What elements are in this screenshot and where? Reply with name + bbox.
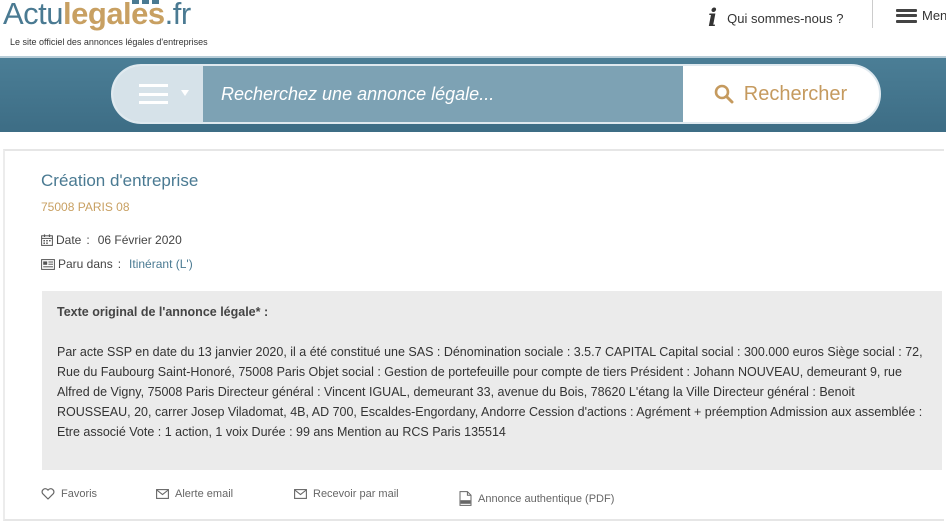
calendar-icon — [41, 234, 53, 246]
hamburger-icon — [139, 84, 168, 104]
menu-button[interactable]: Menu — [896, 8, 946, 23]
annonce-location: 75008 PARIS 08 — [41, 200, 130, 214]
date-label: Date — [56, 233, 82, 247]
search-icon — [714, 84, 734, 104]
search-input[interactable] — [203, 66, 683, 122]
recevoir-mail-button[interactable]: Recevoir par mail — [294, 488, 399, 500]
annonce-text-heading: Texte original de l'annonce légale* : — [57, 305, 269, 319]
annonce-title: Création d'entreprise — [41, 171, 199, 190]
favoris-label: Favoris — [61, 488, 98, 500]
pdf-file-icon — [459, 491, 472, 506]
site-header: Actulegales.fr Le site officiel des anno… — [0, 0, 946, 58]
hamburger-icon — [896, 8, 917, 23]
newspaper-icon — [41, 258, 55, 270]
envelope-icon — [156, 489, 169, 499]
caret-down-icon — [181, 90, 189, 96]
header-divider — [872, 0, 873, 28]
date-value: 06 Février 2020 — [97, 233, 182, 247]
search-category-dropdown[interactable] — [113, 66, 203, 122]
site-logo[interactable]: Actulegales.fr — [3, 0, 191, 36]
annonce-text-box: Texte original de l'annonce légale* : Pa… — [42, 291, 942, 470]
search-button-label: Rechercher — [743, 82, 848, 105]
envelope-icon — [294, 489, 307, 499]
site-tagline: Le site officiel des annonces légales d'… — [10, 37, 208, 47]
search-button[interactable]: Rechercher — [683, 69, 878, 119]
about-label: Qui sommes-nous ? — [727, 10, 844, 26]
search-bar: Rechercher — [111, 64, 881, 124]
logo-bars-icon — [132, 0, 164, 4]
annonce-date: Date : 06 Février 2020 — [41, 233, 182, 247]
recevoir-mail-label: Recevoir par mail — [313, 488, 399, 500]
pdf-download-label: Annonce authentique (PDF) — [478, 492, 615, 505]
paru-link[interactable]: Itinérant (L') — [129, 257, 193, 271]
menu-label: Menu — [922, 8, 946, 23]
alerte-email-label: Alerte email — [175, 488, 234, 500]
about-link[interactable]: i Qui sommes-nous ? — [708, 6, 843, 30]
favoris-button[interactable]: Favoris — [41, 488, 97, 500]
annonce-paru: Paru dans : Itinérant (L') — [41, 257, 193, 271]
heart-icon — [41, 488, 55, 500]
annonce-text-body: Par acte SSP en date du 13 janvier 2020,… — [57, 345, 923, 439]
alerte-email-button[interactable]: Alerte email — [156, 488, 233, 500]
paru-label: Paru dans — [58, 257, 113, 271]
info-icon: i — [708, 3, 718, 32]
pdf-download-button[interactable]: Annonce authentique (PDF) — [459, 491, 614, 506]
